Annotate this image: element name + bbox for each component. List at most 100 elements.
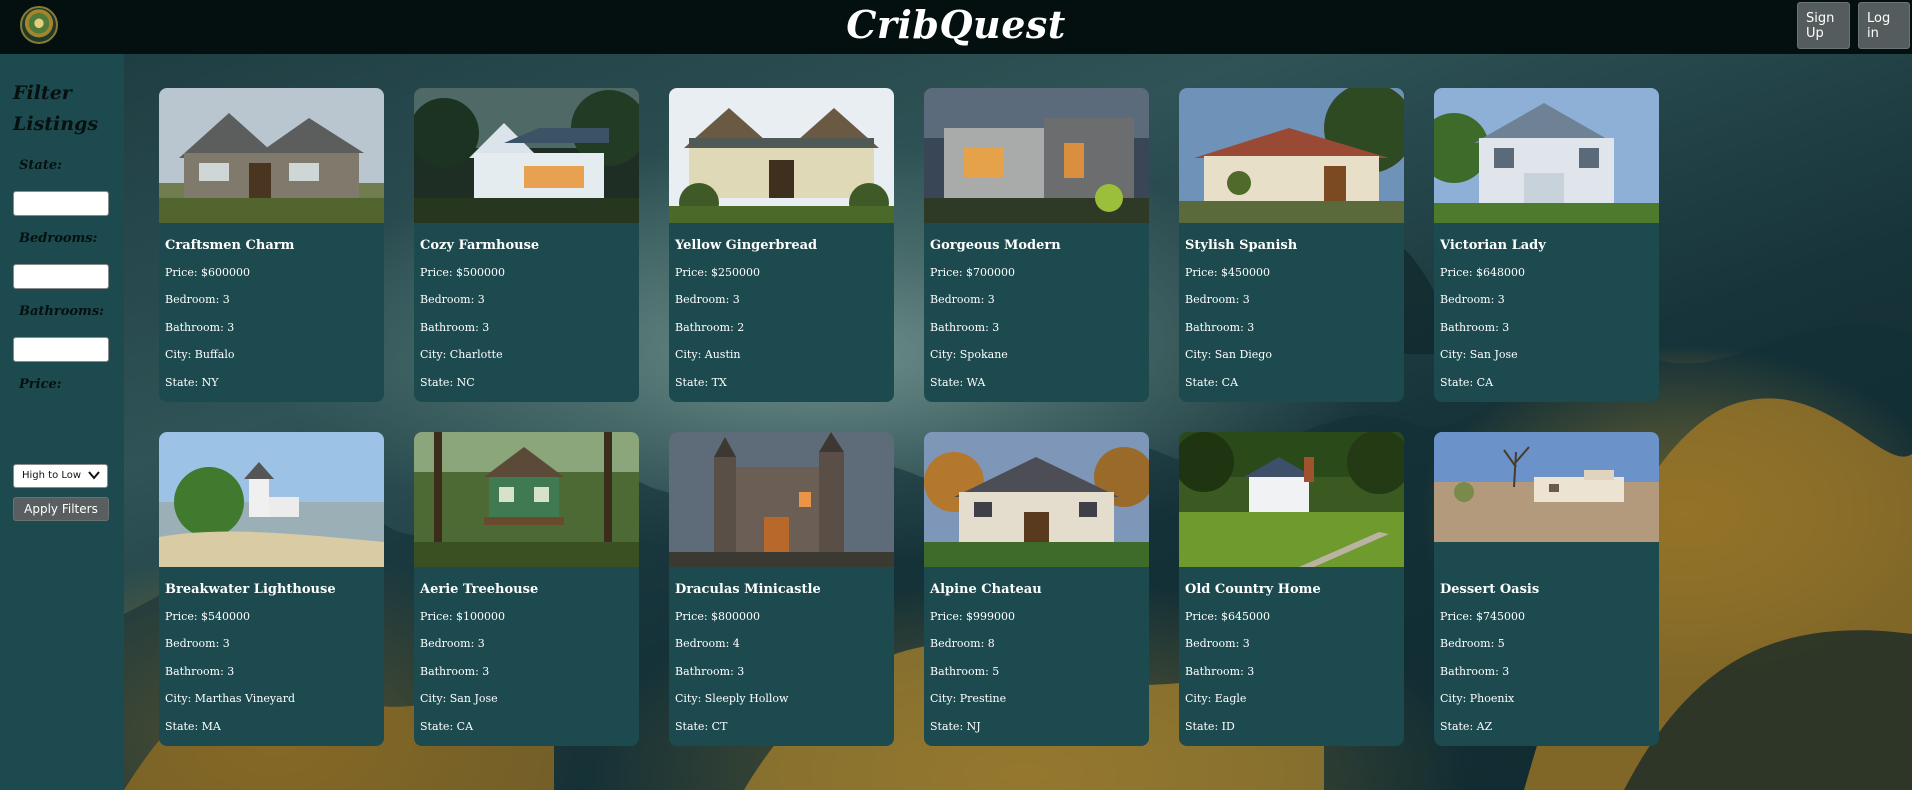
listing-title: Stylish Spanish: [1185, 238, 1298, 253]
listing-card[interactable]: Aerie Treehouse Price: $100000 Bedroom: …: [414, 432, 639, 746]
listing-price: Price: $250000: [675, 266, 761, 279]
listing-title: Victorian Lady: [1440, 238, 1546, 253]
listing-price: Price: $645000: [1185, 610, 1271, 623]
listing-bathrooms: Bathroom: 5: [930, 665, 1000, 678]
price-sort-select[interactable]: High to Low: [13, 464, 108, 488]
listing-bedrooms: Bedroom: 3: [420, 637, 485, 650]
listing-photo: [924, 432, 1149, 567]
listing-state: State: WA: [930, 376, 986, 389]
listing-bathrooms: Bathroom: 3: [165, 665, 235, 678]
listing-state: State: CA: [1185, 376, 1239, 389]
listings-area: Craftsmen Charm Price: $600000 Bedroom: …: [124, 54, 1912, 790]
listing-title: Breakwater Lighthouse: [165, 582, 336, 597]
listing-title: Old Country Home: [1185, 582, 1321, 597]
listing-state: State: NY: [165, 376, 219, 389]
listing-title: Gorgeous Modern: [930, 238, 1061, 253]
listing-state: State: CA: [1440, 376, 1494, 389]
listing-city: City: Sleeply Hollow: [675, 692, 789, 705]
login-button[interactable]: Log in: [1858, 2, 1910, 49]
listing-bathrooms: Bathroom: 3: [930, 321, 1000, 334]
filter-title: Filter Listings: [13, 82, 99, 135]
listing-price: Price: $745000: [1440, 610, 1526, 623]
listing-state: State: NJ: [930, 720, 981, 733]
listing-photo: [669, 432, 894, 567]
listing-price: Price: $700000: [930, 266, 1016, 279]
listing-state: State: NC: [420, 376, 475, 389]
bathrooms-label: Bathrooms:: [19, 304, 104, 319]
listing-bedrooms: Bedroom: 3: [930, 293, 995, 306]
listing-city: City: Phoenix: [1440, 692, 1515, 705]
listing-card[interactable]: Craftsmen Charm Price: $600000 Bedroom: …: [159, 88, 384, 402]
listing-city: City: Buffalo: [165, 348, 235, 361]
bathrooms-input[interactable]: [13, 337, 109, 362]
listing-card[interactable]: Alpine Chateau Price: $999000 Bedroom: 8…: [924, 432, 1149, 746]
listing-title: Draculas Minicastle: [675, 582, 821, 597]
listing-bathrooms: Bathroom: 3: [1440, 665, 1510, 678]
listing-city: City: Marthas Vineyard: [165, 692, 295, 705]
listing-state: State: MA: [165, 720, 221, 733]
listing-city: City: Prestine: [930, 692, 1007, 705]
listing-card[interactable]: Cozy Farmhouse Price: $500000 Bedroom: 3…: [414, 88, 639, 402]
listing-state: State: TX: [675, 376, 727, 389]
listing-price: Price: $540000: [165, 610, 251, 623]
listing-bathrooms: Bathroom: 3: [420, 665, 490, 678]
listing-photo: [1179, 432, 1404, 567]
listing-city: City: San Jose: [420, 692, 498, 705]
listing-state: State: CT: [675, 720, 728, 733]
listing-card[interactable]: Old Country Home Price: $645000 Bedroom:…: [1179, 432, 1404, 746]
listing-bathrooms: Bathroom: 3: [1185, 321, 1255, 334]
listing-bedrooms: Bedroom: 3: [1185, 637, 1250, 650]
listing-title: Alpine Chateau: [930, 582, 1042, 597]
listing-bedrooms: Bedroom: 4: [675, 637, 740, 650]
listing-state: State: AZ: [1440, 720, 1493, 733]
listing-title: Dessert Oasis: [1440, 582, 1540, 597]
listing-city: City: San Diego: [1185, 348, 1272, 361]
listing-state: State: CA: [420, 720, 474, 733]
bedrooms-input[interactable]: [13, 264, 109, 289]
listing-card[interactable]: Breakwater Lighthouse Price: $540000 Bed…: [159, 432, 384, 746]
listing-bathrooms: Bathroom: 3: [165, 321, 235, 334]
brand-title: CribQuest: [846, 2, 1066, 47]
listing-bedrooms: Bedroom: 5: [1440, 637, 1505, 650]
listing-price: Price: $100000: [420, 610, 506, 623]
bedrooms-label: Bedrooms:: [19, 231, 98, 246]
listing-title: Yellow Gingerbread: [675, 238, 818, 253]
listing-photo: [669, 88, 894, 223]
chevron-down-icon: [88, 471, 100, 480]
listing-price: Price: $800000: [675, 610, 761, 623]
listing-bathrooms: Bathroom: 3: [1440, 321, 1510, 334]
listing-bedrooms: Bedroom: 3: [1440, 293, 1505, 306]
listing-card[interactable]: Stylish Spanish Price: $450000 Bedroom: …: [1179, 88, 1404, 402]
listing-photo: [414, 88, 639, 223]
listing-card[interactable]: Dessert Oasis Price: $745000 Bedroom: 5 …: [1434, 432, 1659, 746]
listing-title: Aerie Treehouse: [420, 582, 539, 597]
apply-filters-button[interactable]: Apply Filters: [13, 497, 109, 521]
listing-bathrooms: Bathroom: 3: [1185, 665, 1255, 678]
filter-sidebar: Filter Listings State: Bedrooms: Bathroo…: [0, 54, 124, 790]
listing-card[interactable]: Yellow Gingerbread Price: $250000 Bedroo…: [669, 88, 894, 402]
signup-button[interactable]: Sign Up: [1797, 2, 1850, 49]
listing-bedrooms: Bedroom: 3: [165, 637, 230, 650]
listing-bedrooms: Bedroom: 3: [165, 293, 230, 306]
listing-card[interactable]: Draculas Minicastle Price: $800000 Bedro…: [669, 432, 894, 746]
listing-photo: [414, 432, 639, 567]
top-navbar: CribQuest Sign Up Log in: [0, 0, 1912, 55]
listing-bedrooms: Bedroom: 3: [675, 293, 740, 306]
listing-photo: [159, 432, 384, 567]
listing-card[interactable]: Gorgeous Modern Price: $700000 Bedroom: …: [924, 88, 1149, 402]
listing-city: City: Austin: [675, 348, 741, 361]
listing-price: Price: $500000: [420, 266, 506, 279]
listing-title: Cozy Farmhouse: [420, 238, 540, 253]
listing-card[interactable]: Victorian Lady Price: $648000 Bedroom: 3…: [1434, 88, 1659, 402]
listing-bedrooms: Bedroom: 3: [420, 293, 485, 306]
listing-photo: [1434, 432, 1659, 542]
state-input[interactable]: [13, 191, 109, 216]
listing-bathrooms: Bathroom: 3: [420, 321, 490, 334]
listing-city: City: Eagle: [1185, 692, 1247, 705]
listing-price: Price: $648000: [1440, 266, 1526, 279]
listing-bathrooms: Bathroom: 3: [675, 665, 745, 678]
listing-title: Craftsmen Charm: [165, 238, 295, 253]
listing-price: Price: $600000: [165, 266, 251, 279]
listing-city: City: Charlotte: [420, 348, 503, 361]
listing-bedrooms: Bedroom: 3: [1185, 293, 1250, 306]
